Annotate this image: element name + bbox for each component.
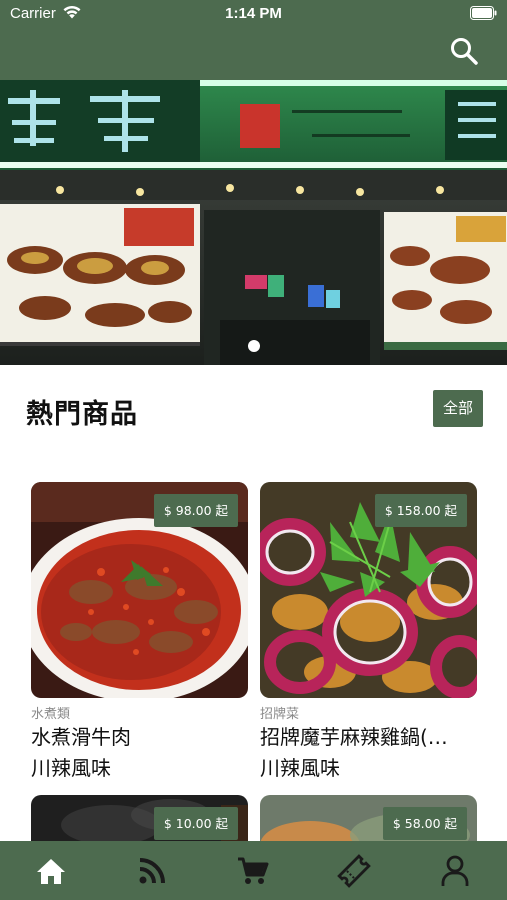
shopping-cart-icon [237,857,268,884]
price-badge: $ 158.00 起 [374,494,467,527]
product-card[interactable]: $ 98.00 起 水煮類 水煮滑牛肉 川辣風味 [31,482,248,782]
banner-carousel[interactable] [0,80,507,365]
view-all-button[interactable]: 全部 [433,390,483,427]
product-name: 水煮滑牛肉 [31,725,131,749]
product-tag: 川辣風味 [260,756,340,780]
ticket-icon [336,853,371,888]
price-badge: $ 58.00 起 [382,807,467,840]
tab-profile[interactable] [404,841,505,900]
rss-feed-icon [139,857,165,883]
product-image: $ 158.00 起 [260,482,477,698]
clock: 1:14 PM [225,5,282,22]
price-badge: $ 10.00 起 [153,807,238,840]
search-icon[interactable] [449,36,479,66]
price-badge: $ 98.00 起 [153,494,238,527]
battery-icon [470,6,497,20]
banner-image [0,80,507,365]
product-category: 招牌菜 [260,707,300,722]
tab-home[interactable] [0,841,101,900]
tab-coupon[interactable] [303,841,404,900]
product-name: 招牌魔芋麻辣雞鍋(… [260,725,448,749]
user-icon [441,855,468,886]
carousel-dot-active[interactable] [248,340,260,352]
tab-cart[interactable] [202,841,303,900]
product-tag: 川辣風味 [31,756,111,780]
top-app-bar: Carrier 1:14 PM [0,0,507,80]
section-title: 熱門商品 [26,399,138,430]
product-category: 水煮類 [31,707,71,722]
bottom-tab-bar [0,841,507,900]
status-bar: Carrier 1:14 PM [0,0,507,28]
tab-feed[interactable] [101,841,202,900]
product-card[interactable]: $ 158.00 起 招牌菜 招牌魔芋麻辣雞鍋(… 川辣風味 [260,482,477,782]
home-icon [36,858,65,884]
product-image: $ 98.00 起 [31,482,248,698]
